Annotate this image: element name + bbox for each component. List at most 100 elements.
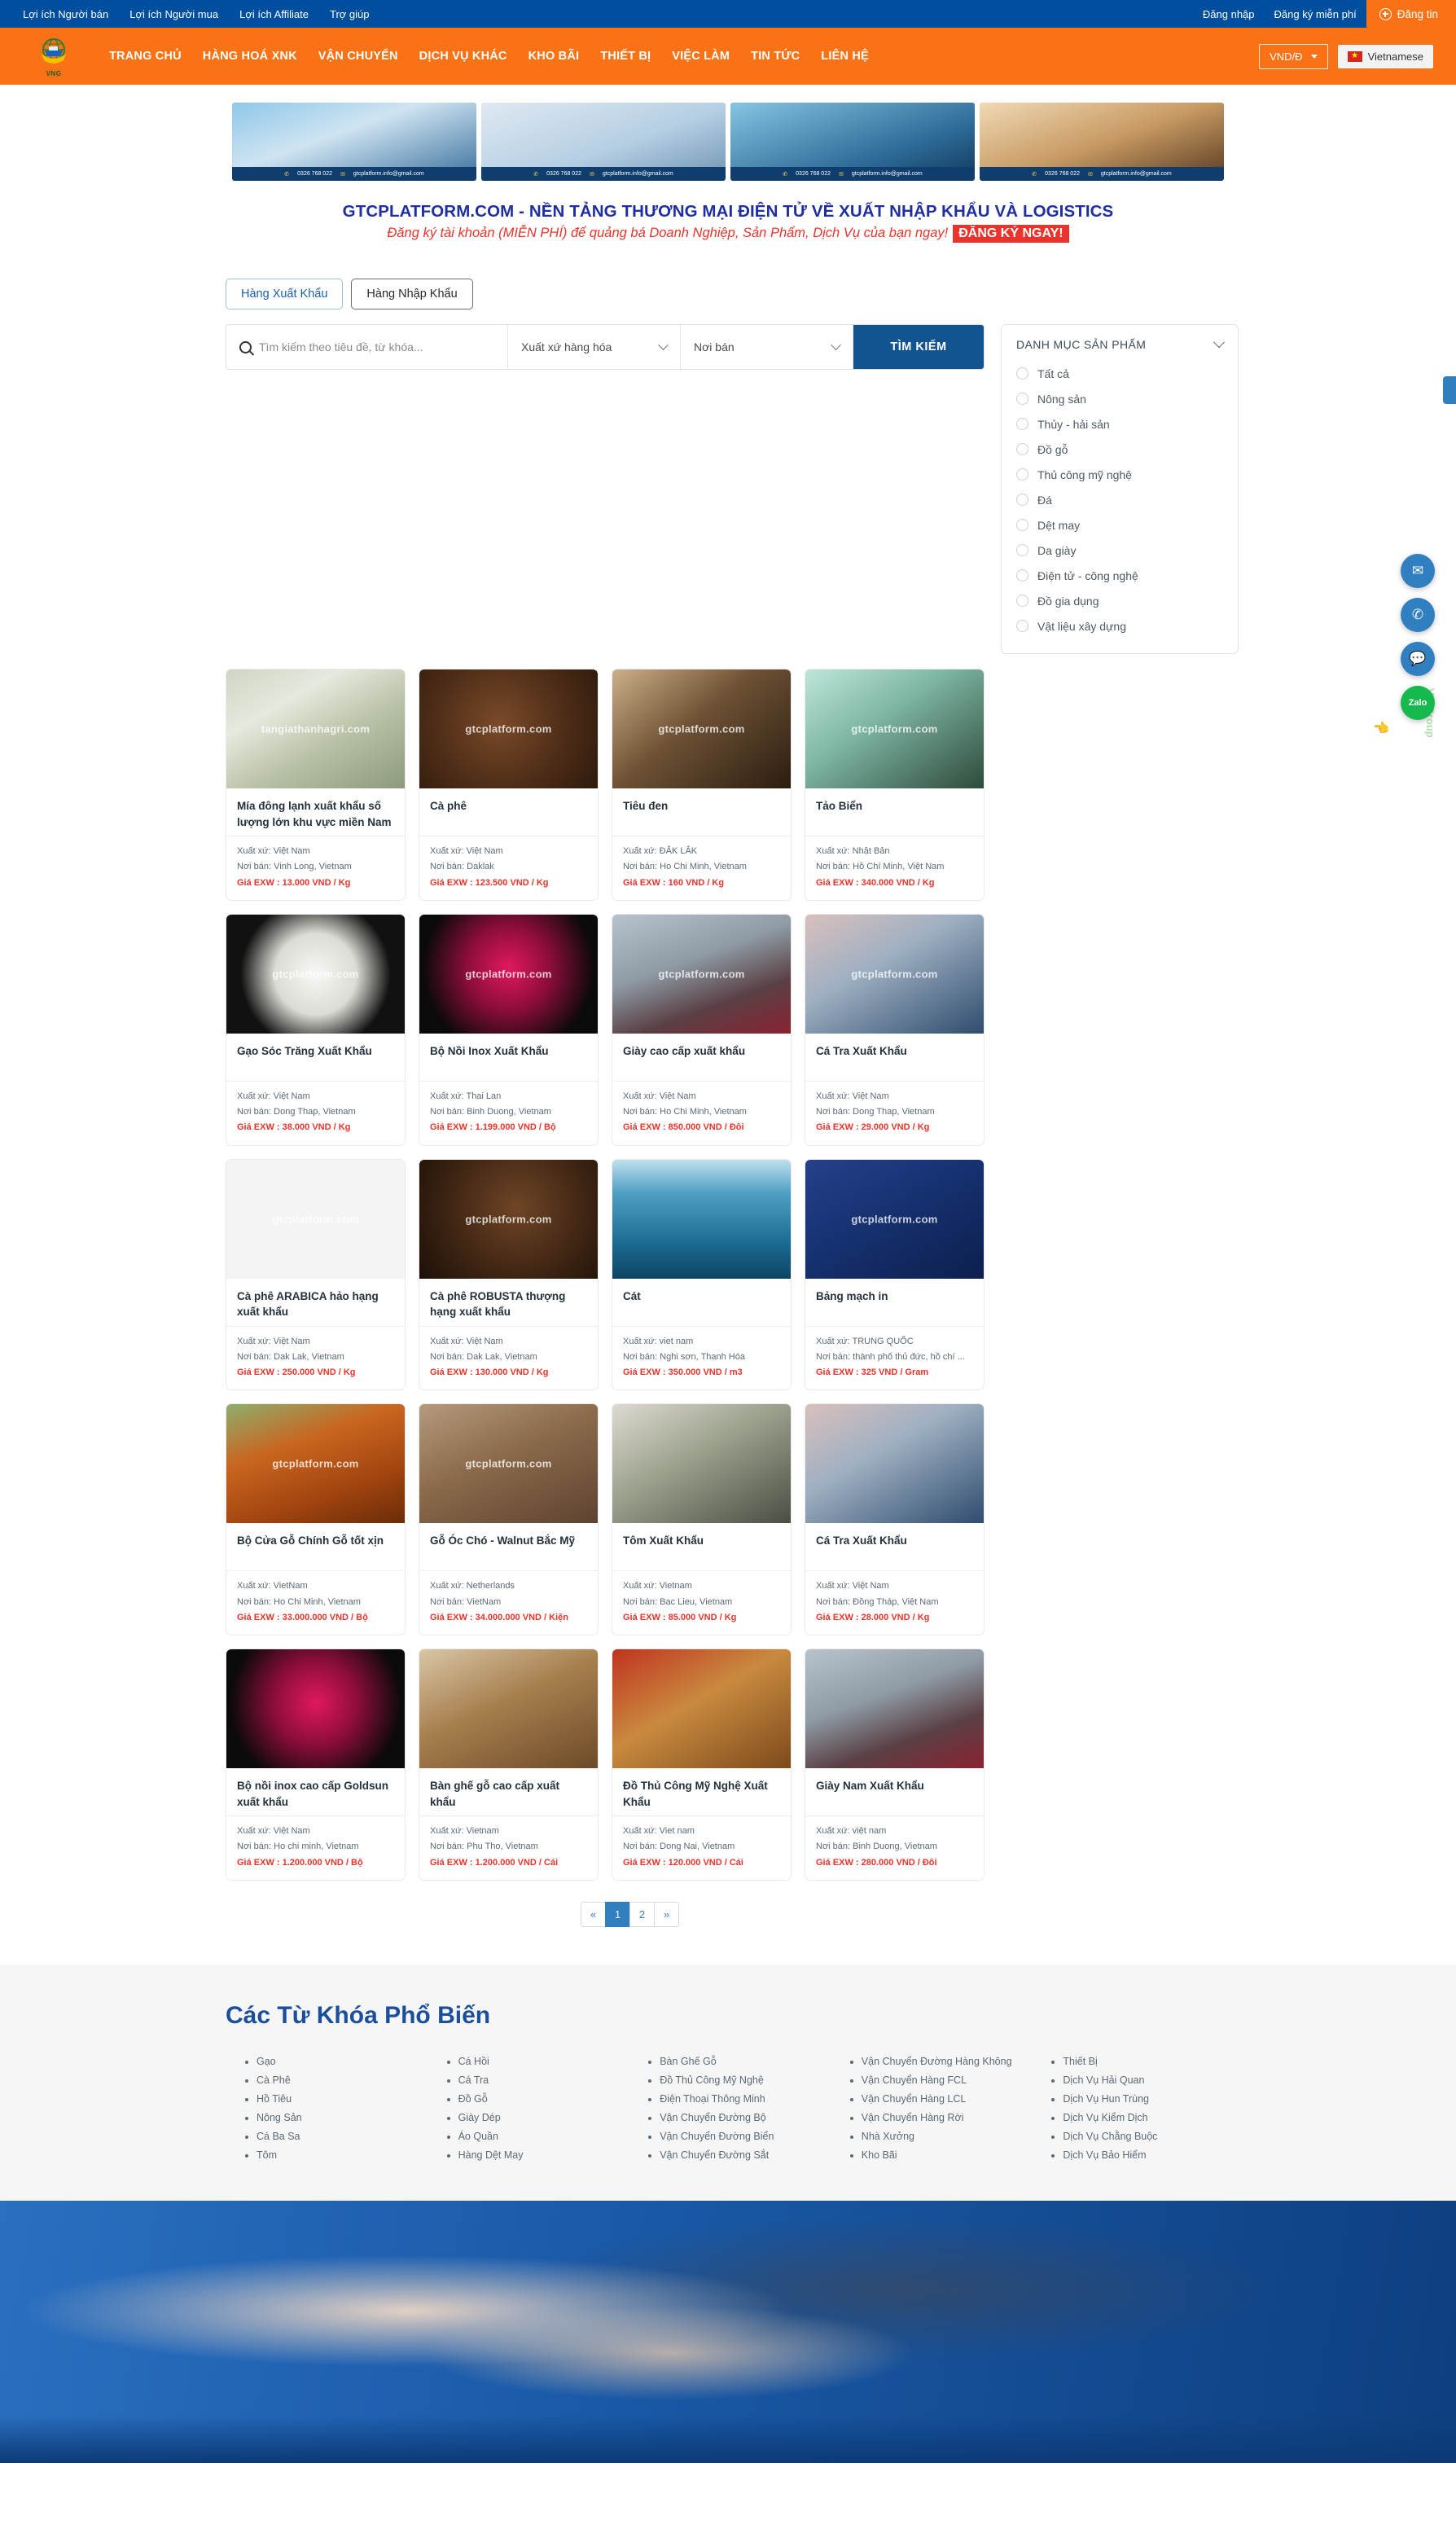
nav-item-transport[interactable]: VẬN CHUYỂN	[318, 50, 398, 63]
product-card[interactable]: Đồ Thủ Công Mỹ Nghệ Xuất Khẩu Xuất xứ: Vi…	[612, 1648, 792, 1881]
product-card[interactable]: Giày Nam Xuất Khẩu Xuất xứ: việt nam Nơi b…	[805, 1648, 985, 1881]
keyword-item[interactable]: Tôm	[243, 2146, 431, 2165]
keyword-item[interactable]: Đồ Gỗ	[445, 2090, 633, 2109]
keyword-item[interactable]: Vận Chuyển Hàng LCL	[849, 2090, 1036, 2109]
pagination-next[interactable]: »	[654, 1901, 679, 1927]
product-card[interactable]: Tôm Xuất Khẩu Xuất xứ: Vietnam Nơi bán: Ba…	[612, 1403, 792, 1635]
category-option-footwear[interactable]: Da giày	[1016, 538, 1223, 563]
product-card[interactable]: gtcplatform.com Bộ Nồi Inox Xuất Khẩu Xuất…	[419, 913, 599, 1146]
register-now-button[interactable]: ĐĂNG KÝ NGAY!	[953, 225, 1069, 243]
search-button[interactable]: TÌM KIẾM	[853, 325, 984, 369]
category-option-construction[interactable]: Vật liệu xây dựng	[1016, 613, 1223, 639]
category-option-household[interactable]: Đồ gia dụng	[1016, 588, 1223, 613]
promo-banner-card[interactable]: ✆ 0326 768 022 ✉ gtcplatform.info@gmail.…	[730, 103, 975, 181]
keyword-item[interactable]: Hàng Dệt May	[445, 2146, 633, 2165]
product-card[interactable]: gtcplatform.com Bộ Cửa Gỗ Chính Gỗ tốt xị…	[226, 1403, 406, 1635]
keyword-item[interactable]: Vận Chuyển Đường Biển	[647, 2127, 834, 2146]
keyword-item[interactable]: Vận Chuyển Đường Hàng Không	[849, 2052, 1036, 2071]
pagination-prev[interactable]: «	[581, 1901, 606, 1927]
tab-export-goods[interactable]: Hàng Xuất Khẩu	[226, 279, 344, 309]
keyword-item[interactable]: Đồ Thủ Công Mỹ Nghệ	[647, 2071, 834, 2090]
radio-icon[interactable]	[1016, 494, 1028, 506]
place-select[interactable]: Nơi bán	[681, 325, 853, 369]
keyword-item[interactable]: Bàn Ghế Gỗ	[647, 2052, 834, 2071]
topbar-link-help[interactable]: Trợ giúp	[330, 8, 370, 20]
pagination-page-2[interactable]: 2	[629, 1901, 655, 1927]
product-card[interactable]: gtcplatform.com Bảng mạch in Xuất xứ: TRUN…	[805, 1158, 985, 1391]
nav-item-contact[interactable]: LIÊN HỆ	[821, 50, 869, 63]
radio-icon[interactable]	[1016, 544, 1028, 556]
pagination-page-1[interactable]: 1	[605, 1901, 630, 1927]
product-card[interactable]: gtcplatform.com Tảo Biển Xuất xứ: Nhật Bản…	[805, 669, 985, 901]
keyword-item[interactable]: Dịch Vụ Kiểm Dịch	[1050, 2109, 1237, 2127]
post-listing-button[interactable]: Đăng tin	[1366, 0, 1456, 28]
product-card[interactable]: gtcplatform.com Cà phê Xuất xứ: Việt Nam Nơ…	[419, 669, 599, 901]
product-card[interactable]: gtcplatform.com Cà phê ARABICA hảo hạng x…	[226, 1158, 406, 1391]
chat-icon[interactable]: 💬	[1401, 642, 1435, 676]
product-card[interactable]: gtcplatform.com Cá Tra Xuất Khẩu Xuất xứ: …	[805, 913, 985, 1146]
radio-icon[interactable]	[1016, 393, 1028, 405]
keyword-item[interactable]: Cá Ba Sa	[243, 2127, 431, 2146]
keyword-item[interactable]: Thiết Bị	[1050, 2052, 1237, 2071]
promo-banner-card[interactable]: ✆ 0326 768 022 ✉ gtcplatform.info@gmail.…	[232, 103, 476, 181]
keyword-item[interactable]: Nhà Xưởng	[849, 2127, 1036, 2146]
keyword-item[interactable]: Dịch Vụ Bảo Hiểm	[1050, 2146, 1237, 2165]
radio-icon[interactable]	[1016, 443, 1028, 455]
origin-select[interactable]: Xuất xứ hàng hóa	[508, 325, 681, 369]
keyword-item[interactable]: Nông Sản	[243, 2109, 431, 2127]
nav-item-warehouse[interactable]: KHO BÃI	[528, 50, 580, 63]
topbar-link-buyer-benefits[interactable]: Lợi ích Người mua	[129, 8, 218, 20]
keyword-item[interactable]: Vận Chuyển Đường Sắt	[647, 2146, 834, 2165]
product-card[interactable]: Bộ nồi inox cao cấp Goldsun xuất khẩu Xuấ…	[226, 1648, 406, 1881]
nav-item-news[interactable]: TIN TỨC	[751, 50, 800, 63]
search-input[interactable]	[259, 340, 494, 353]
promo-banner-card[interactable]: ✆ 0326 768 022 ✉ gtcplatform.info@gmail.…	[481, 103, 726, 181]
keyword-item[interactable]: Dịch Vụ Chằng Buộc	[1050, 2127, 1237, 2146]
keyword-item[interactable]: Cá Tra	[445, 2071, 633, 2090]
login-link[interactable]: Đăng nhập	[1193, 0, 1265, 28]
keyword-item[interactable]: Gạo	[243, 2052, 431, 2071]
nav-item-home[interactable]: TRANG CHỦ	[109, 50, 182, 63]
radio-icon[interactable]	[1016, 569, 1028, 582]
product-card[interactable]: tangiathanhagri.com Mía đông lạnh xuất kh…	[226, 669, 406, 901]
product-card[interactable]: gtcplatform.com Gỗ Óc Chó - Walnut Bắc Mỹ…	[419, 1403, 599, 1635]
radio-icon[interactable]	[1016, 468, 1028, 481]
tab-import-goods[interactable]: Hàng Nhập Khẩu	[351, 279, 473, 309]
nav-item-equipment[interactable]: THIẾT BỊ	[600, 50, 651, 63]
keyword-item[interactable]: Vận Chuyển Hàng Rời	[849, 2109, 1036, 2127]
category-panel-header[interactable]: DANH MỤC SẢN PHẨM	[1016, 336, 1226, 361]
keyword-item[interactable]: Áo Quần	[445, 2127, 633, 2146]
keyword-item[interactable]: Vận Chuyển Đường Bộ	[647, 2109, 834, 2127]
category-option-handicraft[interactable]: Thủ công mỹ nghệ	[1016, 462, 1223, 487]
keyword-item[interactable]: Hồ Tiêu	[243, 2090, 431, 2109]
zalo-icon[interactable]: Zalo	[1401, 686, 1435, 720]
keyword-item[interactable]: Điện Thoại Thông Minh	[647, 2090, 834, 2109]
nav-item-jobs[interactable]: VIỆC LÀM	[672, 50, 730, 63]
keyword-item[interactable]: Kho Bãi	[849, 2146, 1036, 2165]
topbar-link-seller-benefits[interactable]: Lợi ích Người bán	[23, 8, 108, 20]
topbar-link-affiliate-benefits[interactable]: Lợi ích Affiliate	[239, 8, 309, 20]
product-card[interactable]: gtcplatform.com Gạo Sóc Trăng Xuất Khẩu Xu…	[226, 913, 406, 1146]
promo-banner-card[interactable]: ✆ 0326 768 022 ✉ gtcplatform.info@gmail.…	[980, 103, 1224, 181]
category-option-agriculture[interactable]: Nông sản	[1016, 386, 1223, 411]
product-card[interactable]: Bàn ghế gỗ cao cấp xuất khẩu Xuất xứ: Vie…	[419, 1648, 599, 1881]
keyword-item[interactable]: Dịch Vụ Hải Quan	[1050, 2071, 1237, 2090]
keyword-item[interactable]: Giày Dép	[445, 2109, 633, 2127]
language-selector[interactable]: ★ Vietnamese	[1337, 44, 1433, 68]
category-option-all[interactable]: Tất cả	[1016, 361, 1223, 386]
category-option-stone[interactable]: Đá	[1016, 487, 1223, 512]
product-card[interactable]: Cá Tra Xuất Khẩu Xuất xứ: Việt Nam Nơi bán…	[805, 1403, 985, 1635]
radio-icon[interactable]	[1016, 418, 1028, 430]
mail-icon[interactable]: ✉	[1401, 554, 1435, 588]
product-card[interactable]: gtcplatform.com Tiêu đen Xuất xứ: ĐẮK LẮK N…	[612, 669, 792, 901]
radio-icon[interactable]	[1016, 519, 1028, 531]
keyword-item[interactable]: Vận Chuyển Hàng FCL	[849, 2071, 1036, 2090]
keyword-item[interactable]: Cà Phê	[243, 2071, 431, 2090]
register-link[interactable]: Đăng ký miễn phí	[1265, 0, 1366, 28]
side-drawer-handle[interactable]	[1443, 376, 1456, 404]
currency-selector[interactable]: VND/Đ	[1259, 43, 1328, 69]
radio-icon[interactable]	[1016, 595, 1028, 607]
category-option-wood[interactable]: Đồ gỗ	[1016, 437, 1223, 462]
category-option-seafood[interactable]: Thủy - hải sản	[1016, 411, 1223, 437]
category-option-textile[interactable]: Dệt may	[1016, 512, 1223, 538]
